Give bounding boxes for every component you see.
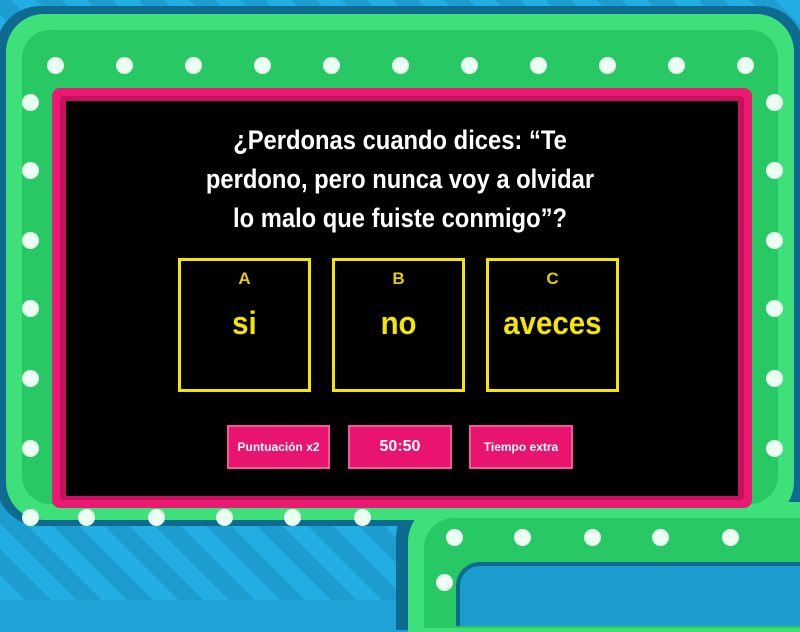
light-dot [22,94,39,111]
question-text: ¿Perdonas cuando dices: “Te perdono, per… [205,125,595,233]
light-dot [446,529,463,546]
answer-label: aveces [503,305,602,341]
light-dot [22,232,39,249]
light-dot [766,162,783,179]
light-dot [22,370,39,387]
light-dot [216,509,233,526]
light-dot [737,57,754,74]
light-dot [722,529,739,546]
light-dot [78,509,95,526]
light-dot [22,440,39,457]
answer-option-b[interactable]: B no [332,258,465,392]
answer-letter: A [238,269,251,288]
light-dot [766,370,783,387]
light-dot [148,509,165,526]
light-dot [530,57,547,74]
light-dot [116,57,133,74]
light-dot [461,57,478,74]
answer-option-a[interactable]: A si [178,258,311,392]
light-dot [766,94,783,111]
light-dot [284,509,301,526]
double-score-button[interactable]: Puntuación x2 [227,425,330,469]
light-dot [668,57,685,74]
answer-letter: B [392,269,405,288]
light-dot [47,57,64,74]
light-dot [22,509,39,526]
extra-time-button[interactable]: Tiempo extra [469,425,573,469]
answer-label: no [380,305,417,341]
light-dot [584,529,601,546]
light-dot [766,440,783,457]
light-dot [392,57,409,74]
light-dot [323,57,340,74]
light-dot [514,529,531,546]
light-dot [766,300,783,317]
light-dot [22,300,39,317]
light-dot [22,162,39,179]
stand-inner-blue [456,562,800,626]
light-dot [354,509,371,526]
light-dot [185,57,202,74]
light-dot [766,232,783,249]
light-dot [652,529,669,546]
light-dot [254,57,271,74]
answer-label: si [232,305,257,341]
light-dot [599,57,616,74]
light-dot [436,574,453,591]
answer-letter: C [546,269,559,288]
answer-option-c[interactable]: C aveces [486,258,619,392]
fifty-fifty-button[interactable]: 50:50 [348,425,452,469]
